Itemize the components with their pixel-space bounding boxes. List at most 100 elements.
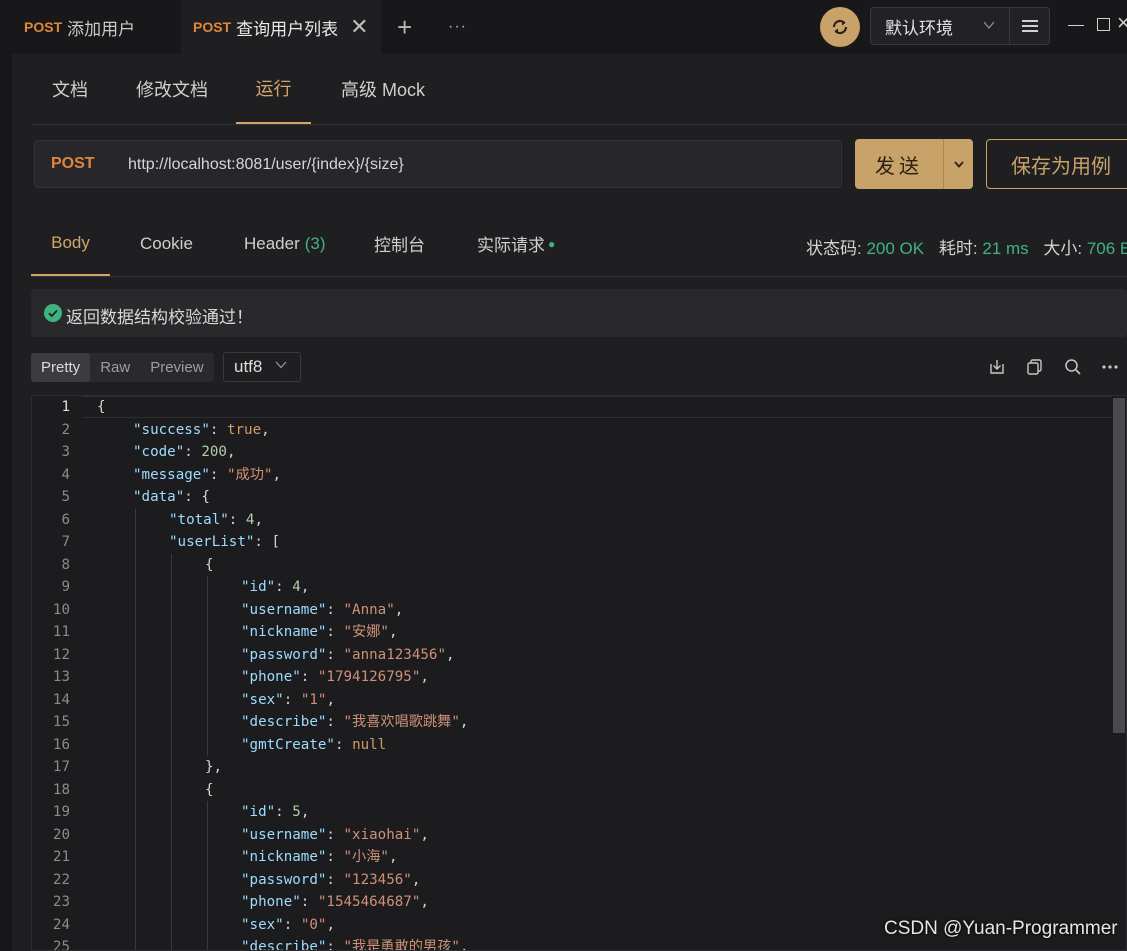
line-number: 13 [52,669,70,685]
tab-run[interactable]: 运行 [236,54,311,124]
code-line: 20 "username": "xiaohai", [32,824,1102,846]
code-text: "code": 200, [133,441,236,463]
code-text: "phone": "1794126795", [241,666,429,688]
tab-console[interactable]: 控制台 [374,212,425,275]
tab-body[interactable]: Body [31,212,110,276]
response-status: 状态码: 200 OK 耗时: 21 ms 大小: 706 B [806,234,1127,259]
code-line: 22 "password": "123456", [32,869,1102,891]
view-pretty[interactable]: Pretty [31,353,91,382]
code-token: true [226,421,262,438]
code-token: "phone" [241,894,301,910]
code-line: 10 "username": "Anna", [32,599,1102,621]
encoding-select[interactable]: utf8 [223,352,301,382]
window-close-button[interactable]: × [1117,10,1127,36]
close-icon[interactable]: ✕ [350,14,368,40]
maximize-button[interactable] [1097,18,1110,31]
tab-advanced-mock[interactable]: 高级 Mock [341,54,425,123]
code-token: , [446,646,455,663]
tab-query-user-list[interactable]: POST 查询用户列表 ✕ [181,0,381,54]
tab-add-user[interactable]: POST 添加用户 [24,0,135,54]
tab-actual-request[interactable]: 实际请求 ● [477,212,555,275]
code-line: 16 "gmtCreate": null [32,734,1102,756]
code-line: 1{ [32,396,1102,418]
code-token: : [326,826,344,843]
response-body-editor[interactable]: 1{2 "success": true, 3 "code": 200, 4 "messag… [31,395,1127,951]
scrollbar-thumb[interactable] [1113,398,1125,733]
code-line: 6 "total": 4, [32,509,1102,531]
line-number: 1 [61,399,70,415]
code-token: , [326,916,335,933]
more-icon[interactable] [1101,358,1119,376]
copy-icon[interactable] [1026,358,1044,376]
code-token: : [326,601,344,618]
code-token: "xiaohai" [343,826,421,843]
send-options-button[interactable] [944,139,973,189]
code-line: 5 "data": { [32,486,1102,508]
code-token: "1545464687" [317,894,421,910]
line-number: 18 [52,781,70,798]
send-button[interactable]: 发送 [855,139,943,189]
code-token: "123456" [343,871,412,888]
status-code-value: 200 OK [866,239,925,258]
line-number: 5 [61,489,70,505]
more-tabs-button[interactable]: ··· [448,0,467,54]
code-token: "password" [241,871,327,888]
code-text: { [205,554,214,576]
code-token: : [300,894,318,910]
environment-select[interactable]: 默认环境 [870,7,1010,45]
tab-actual-request-label: 实际请求 [477,236,545,255]
indent-guide [207,801,208,950]
code-token: "gmtCreate" [241,736,335,753]
code-token: "sex" [241,691,284,708]
tab-doc[interactable]: 文档 [52,54,88,123]
line-number: 20 [52,826,70,843]
minimize-button[interactable] [1068,25,1084,26]
environment-label: 默认环境 [885,18,953,38]
code-token: "id" [241,804,276,820]
code-token: , [420,826,429,843]
view-raw[interactable]: Raw [90,353,140,382]
code-token: : [334,736,353,753]
request-method[interactable]: POST [51,155,95,173]
check-circle-icon [44,304,62,322]
indent-guide [171,553,172,950]
chevron-down-icon [983,21,995,30]
code-token: "1794126795" [317,669,421,685]
view-preview[interactable]: Preview [140,353,213,382]
chevron-down-icon [275,361,287,369]
code-token: "我喜欢唱歌跳舞" [343,714,460,730]
menu-icon [1021,20,1038,32]
add-tab-button[interactable]: + [397,0,412,54]
chevron-down-icon [953,161,964,168]
tab-label: 查询用户列表 [236,19,339,39]
code-token: , [388,624,398,640]
code-token: : [209,421,227,438]
code-text: { [97,396,106,418]
code-token: { [205,556,214,573]
save-as-case-button[interactable]: 保存为用例 [986,139,1127,189]
code-token: "小海" [343,849,389,865]
line-number: 21 [52,849,70,865]
tab-cookie[interactable]: Cookie [140,212,193,275]
download-icon[interactable] [988,358,1006,376]
code-text: "id": 4, [241,576,309,598]
sync-button[interactable] [820,7,860,47]
code-token: : [326,871,344,888]
code-token: 5 [292,804,301,820]
code-token: "sex" [241,916,284,933]
tab-header-label: Header [244,233,300,253]
code-line: 12 "password": "anna123456", [32,644,1102,666]
tab-header[interactable]: Header (3) [244,212,326,275]
url-input[interactable]: POST http://localhost:8081/user/{index}/… [34,140,842,188]
code-token: : [326,624,344,640]
code-token: : [326,849,344,865]
code-token: , [326,691,335,708]
code-token: , [420,894,429,910]
search-icon[interactable] [1064,358,1082,376]
tab-edit-doc[interactable]: 修改文档 [136,54,208,123]
menu-button[interactable] [1010,7,1050,45]
request-url[interactable]: http://localhost:8081/user/{index}/{size… [128,156,404,174]
code-token: : [184,444,202,460]
code-token: : [275,579,293,595]
code-line: 3 "code": 200, [32,441,1102,463]
